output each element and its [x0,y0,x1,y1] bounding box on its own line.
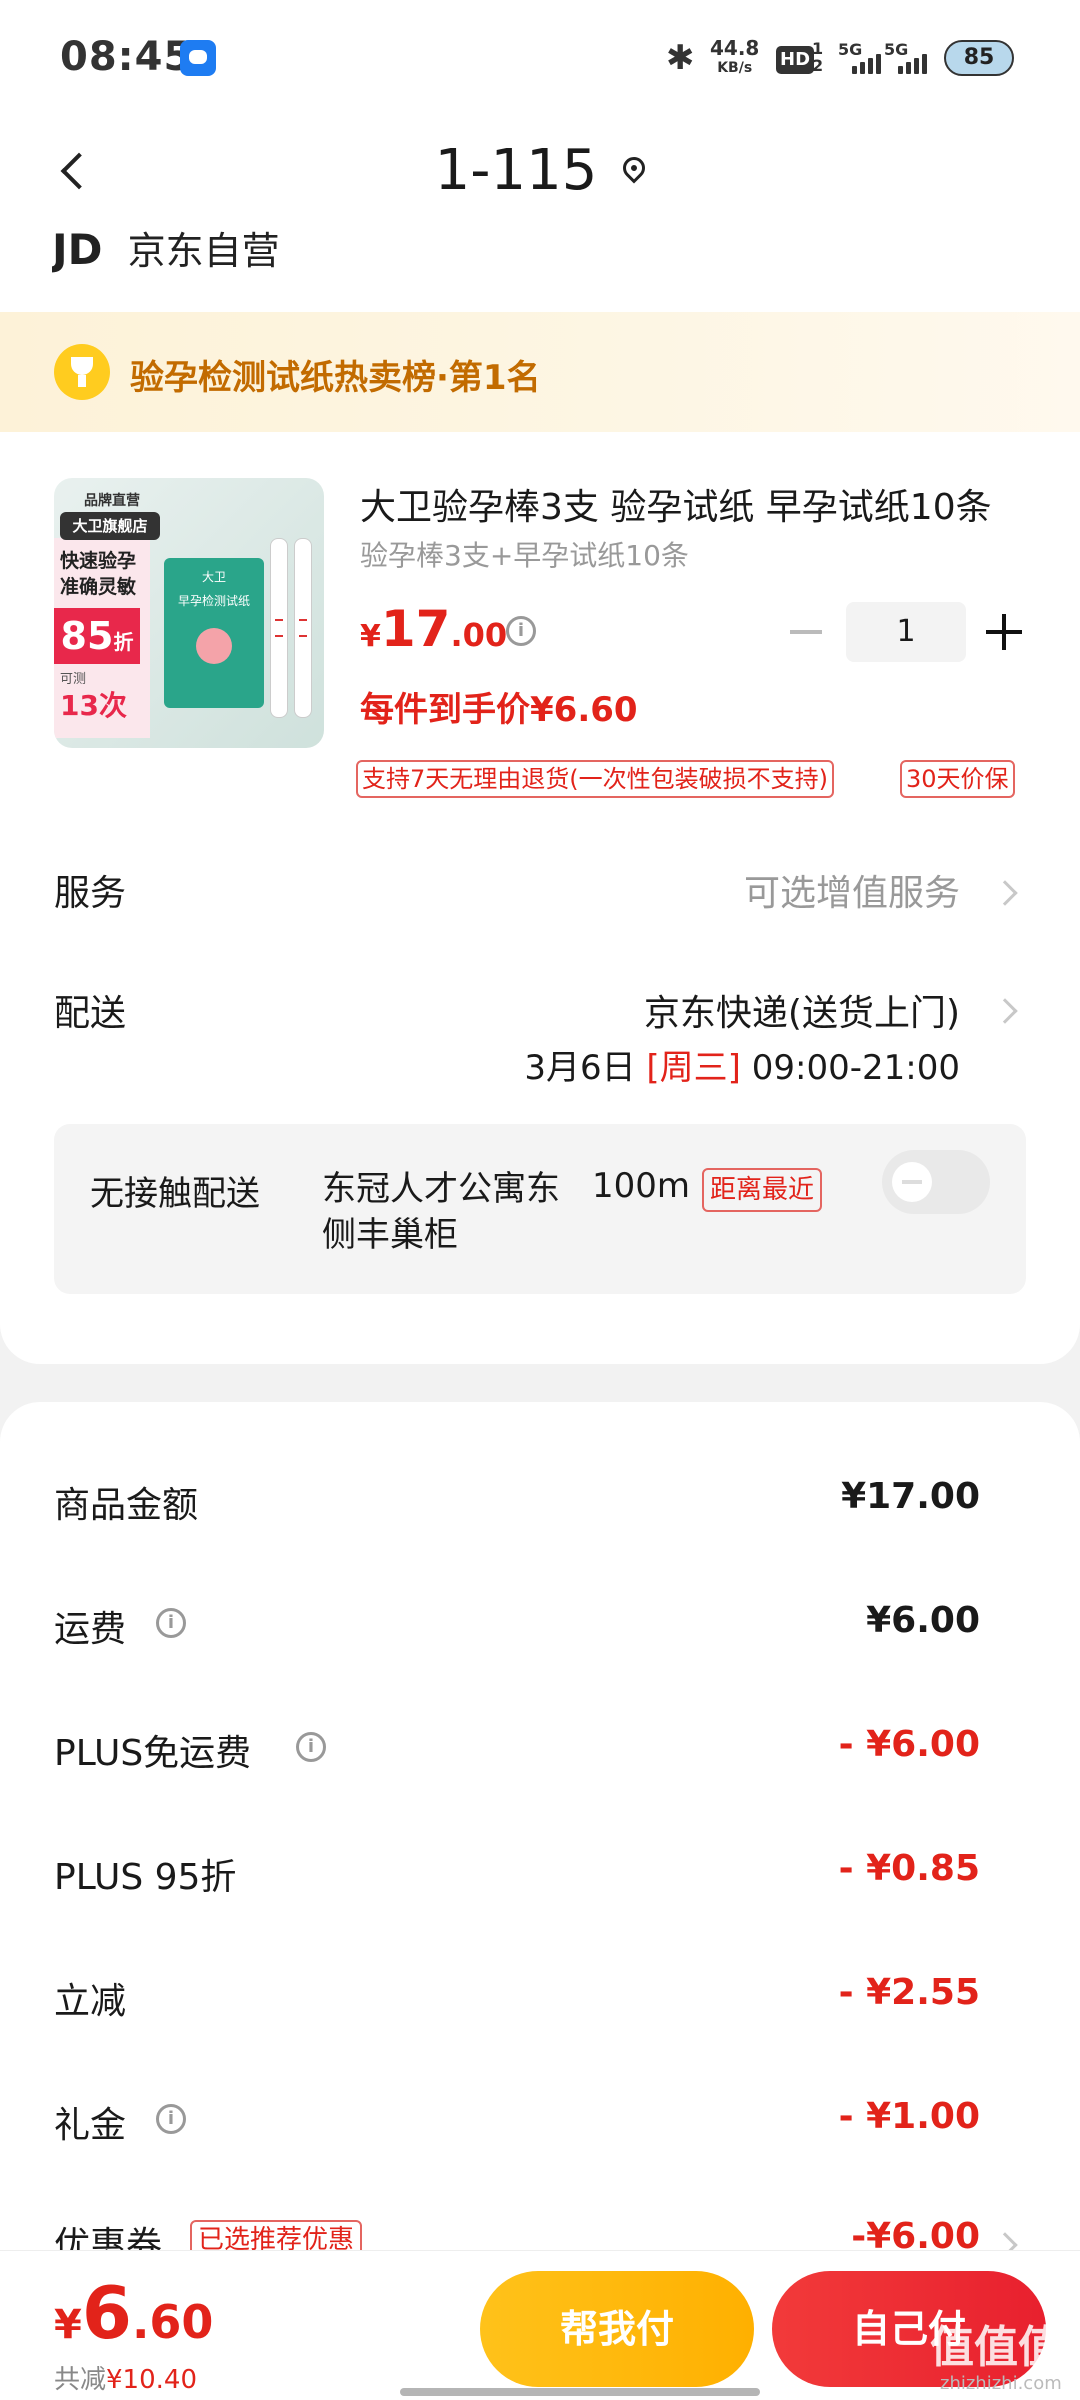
shop-header: JD 京东自营 [52,230,280,274]
delivery-label: 配送 [54,993,127,1034]
watermark-logo: 值值值 [930,2322,1062,2373]
cost-value-plus-discount: - ¥0.85 [838,1848,980,1889]
hd-sim-indicator: 12 [812,39,824,75]
shop-name: 京东自营 [127,230,280,273]
test-stick [294,538,312,718]
status-time: 08:45 [60,34,193,80]
pickup-locker-name: 东冠人才公寓东侧丰巢柜 [322,1169,560,1255]
return-policy-badge: 支持7天无理由退货(一次性包装破损不支持) [356,760,834,798]
trophy-icon [54,344,110,400]
service-value[interactable]: 可选增值服务 [744,864,960,916]
delivery-method[interactable]: 京东快递(送货上门) [644,984,960,1036]
checkout-bar: ¥6.60 共减¥10.40 帮我付 自己付 值值值 zhizhizhi.com [0,2250,1080,2400]
contactless-toggle[interactable] [882,1150,990,1214]
ranking-text: 验孕检测试纸热卖榜·第1名 [130,358,541,398]
home-indicator[interactable] [400,2388,760,2396]
hd-voice-icon: HD [776,46,815,74]
gift-money-info-icon[interactable]: i [156,2104,186,2134]
location-pin-icon [618,152,650,184]
ranking-banner[interactable]: 验孕检测试纸热卖榜·第1名 [0,312,1080,432]
nearest-badge: 距离最近 [702,1168,823,1212]
network-speed-unit: KB/s [717,60,753,76]
cost-label-instant-discount: 立减 [54,1981,127,2022]
delivery-time[interactable]: 3月6日 [周三] 09:00-21:00 [524,1040,960,1089]
app-notification-icon [180,40,216,76]
cost-label-goods: 商品金额 [54,1485,199,1526]
unit-final-price: 每件到手价¥6.60 [360,690,638,730]
service-chevron-icon[interactable] [992,880,1018,906]
jd-logo: JD [52,230,103,274]
page-header: 1-115 [0,120,1080,230]
price-protect-badge: 30天价保 [900,760,1015,798]
network-speed: 44.8 KB/s [710,38,759,78]
delivery-window: 09:00-21:00 [751,1048,960,1088]
bluetooth-icon: ✱ [666,38,695,78]
signal-5g-2-icon: 5G [884,40,934,76]
thumb-count: 13次 [60,689,127,722]
thumb-tag-direct: 品牌直营 [84,493,140,509]
thumb-box-label: 早孕检测试纸 [177,594,250,608]
thumb-slogan: 快速验孕 准确灵敏 [60,550,137,598]
quantity-minus-button[interactable] [788,614,824,650]
delivery-date: 3月6日 [524,1048,636,1088]
service-label: 服务 [54,873,127,914]
quantity-plus-button[interactable] [986,614,1022,650]
product-price: ¥17.00 [360,600,508,658]
cost-label-shipping: 运费 [54,1609,127,1650]
total-saved: 共减¥10.40 [54,2365,197,2395]
help-me-pay-button[interactable]: 帮我付 [480,2271,754,2387]
cost-value-plus-free-shipping: - ¥6.00 [838,1724,980,1765]
plus-shipping-info-icon[interactable]: i [296,1732,326,1762]
battery-icon: 85 [944,40,1014,76]
cost-value-gift-money: - ¥1.00 [838,2096,980,2137]
thumb-package: 大卫 早孕检测试纸 [164,558,264,708]
thumb-tag-store: 大卫旗舰店 [60,512,160,540]
product-spec[interactable]: 验孕棒3支+早孕试纸10条 [360,534,689,574]
signal-5g-1-icon: 5G [838,40,888,76]
contactless-label: 无接触配送 [90,1174,260,1214]
delivery-weekday: [周三] [646,1048,741,1088]
contactless-delivery-box: 无接触配送 东冠人才公寓东侧丰巢柜 100m 距离最近 [54,1124,1026,1294]
cost-label-plus-discount: PLUS 95折 [54,1857,237,1898]
shipping-info-icon[interactable]: i [156,1608,186,1638]
cost-value-instant-discount: - ¥2.55 [838,1972,980,2013]
address-text: 1-115 [434,138,598,203]
thumb-discount: 85折 [54,608,140,664]
locker-distance: 100m [592,1166,691,1206]
status-bar: 08:45 ✱ 44.8 KB/s HD 12 5G 5G 85 [0,0,1080,120]
cost-label-plus-free-shipping: PLUS免运费 [54,1733,252,1774]
address-title[interactable]: 1-115 [0,138,1080,203]
product-image[interactable]: 品牌直营 大卫旗舰店 快速验孕 准确灵敏 85折 可测 13次 大卫 早孕检测试… [54,478,324,748]
price-info-icon[interactable]: i [506,616,536,646]
quantity-input[interactable]: 1 [846,602,966,662]
watermark-site: zhizhizhi.com [940,2373,1062,2394]
test-stick [270,538,288,718]
cost-value-shipping: ¥6.00 [866,1600,980,1641]
cost-label-gift-money: 礼金 [54,2105,127,2146]
cost-value-goods: ¥17.00 [841,1476,980,1517]
product-title[interactable]: 大卫验孕棒3支 验孕试纸 早孕试纸10条 [360,478,1020,530]
order-card: JD 京东自营 验孕检测试纸热卖榜·第1名 品牌直营 大卫旗舰店 快速验孕 准确… [0,230,1080,1364]
delivery-chevron-icon[interactable] [992,998,1018,1024]
total-price: ¥6.60 [54,2271,214,2355]
network-speed-value: 44.8 [710,36,760,60]
thumb-brand: 大卫 [201,570,226,584]
